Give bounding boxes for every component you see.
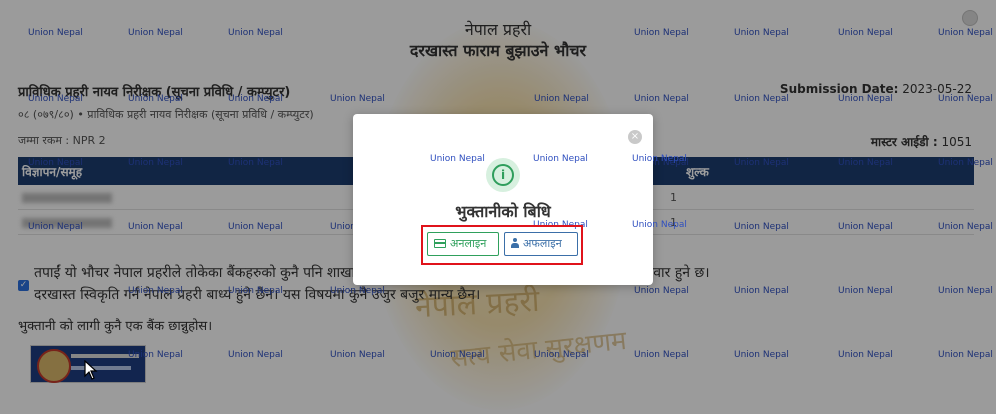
info-icon: i — [486, 158, 520, 192]
offline-label: अफलाइन — [523, 237, 562, 250]
watermark-text: Union Nepal — [430, 154, 485, 164]
watermark-text: Union Nepal — [632, 154, 687, 164]
modal-title: भुक्तानीको बिधि — [455, 202, 551, 221]
online-payment-button[interactable]: अनलाइन — [427, 232, 499, 256]
credit-card-icon — [434, 239, 446, 248]
info-glyph: i — [492, 164, 514, 186]
watermark-text: Union Nepal — [533, 154, 588, 164]
online-label: अनलाइन — [450, 237, 487, 250]
watermark-text: Union Nepal — [632, 220, 687, 230]
offline-payment-button[interactable]: अफलाइन — [504, 232, 578, 256]
payment-method-modal: × i भुक्तानीको बिधि Union Nepal Union Ne… — [353, 114, 687, 285]
close-icon[interactable]: × — [628, 130, 642, 144]
person-icon — [511, 238, 519, 248]
